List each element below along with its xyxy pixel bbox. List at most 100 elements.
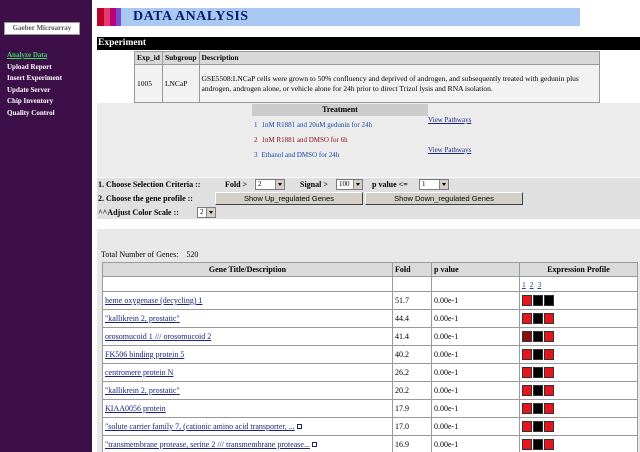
heatmap-cell [544, 421, 554, 432]
heatmap-cell [533, 439, 543, 450]
fold-select[interactable]: 2 [255, 179, 285, 190]
external-link-icon[interactable] [296, 424, 302, 429]
treatment-item: 2 1nM R1881 and DMSO for 6h [254, 136, 348, 145]
fold-cell: 16.9 [392, 435, 432, 452]
signal-select[interactable]: 100 [336, 179, 363, 190]
main-content: DATA ANALYSIS Experiment Exp_id Subgroup… [95, 0, 640, 452]
gene-link[interactable]: "kallikrein 2, prostatic" [105, 386, 180, 395]
heatmap-cell [544, 385, 554, 396]
table-row: "transmembrane protease, serine 2 /// tr… [102, 435, 638, 452]
treatment-number: 3 [254, 151, 258, 159]
color-scale-select-value: 2 [200, 208, 204, 216]
fold-cell: 44.4 [392, 309, 432, 328]
exp-id-cell: 1005 [134, 64, 163, 103]
fold-cell: 17.0 [392, 417, 432, 436]
heatmap-cell [544, 295, 554, 306]
heatmap-cell [533, 295, 543, 306]
table-row: KIAA0056 protein 17.9 0.00e-1 [102, 399, 638, 418]
heatmap-cell [533, 367, 543, 378]
gene-link[interactable]: heme oxygenase (decycling) 1 [105, 296, 203, 305]
treatment-number: 2 [254, 136, 258, 144]
nav-upload-report[interactable]: Upload Report [7, 62, 62, 74]
pvalue-cell: 0.00e-1 [431, 399, 520, 418]
heatmap-strip [522, 421, 635, 432]
treatment-number: 1 [254, 121, 258, 129]
view-pathways-link[interactable]: View Pathways [428, 116, 471, 124]
signal-select-value: 100 [339, 180, 350, 188]
sidebar: Gaeber Microarray Analyze Data Upload Re… [0, 0, 92, 452]
fold-cell: 20.2 [392, 381, 432, 400]
subgroup-cell: LNCaP [161, 64, 200, 103]
table-row: "solute carrier family 7, (cationic amin… [102, 417, 638, 436]
heatmap-cell [522, 421, 532, 432]
table-row: "kallikrein 2, prostatic" 44.4 0.00e-1 [102, 309, 638, 328]
page-title-bar: DATA ANALYSIS [97, 8, 580, 26]
col-exp-id: Exp_id [134, 51, 163, 65]
experiment-table: Exp_id Subgroup Description 1005 LNCaP G… [134, 51, 600, 103]
chevron-down-icon [353, 180, 362, 189]
heatmap-strip [522, 439, 635, 450]
show-upregulated-button[interactable]: Show Up_regulated Genes [215, 192, 363, 205]
fold-select-value: 2 [258, 180, 262, 188]
sidebar-nav: Analyze Data Upload Report Insert Experi… [7, 50, 62, 120]
results-panel: Total Number of Genes: 520 Gene Title/De… [97, 229, 640, 452]
nav-chip-inventory[interactable]: Chip Inventory [7, 96, 62, 108]
total-genes-label: Total Number of Genes: [101, 250, 179, 259]
chevron-down-icon [275, 180, 284, 189]
chevron-down-icon [206, 208, 215, 217]
expression-cell [519, 363, 638, 382]
view-pathways-link[interactable]: View Pathways [428, 146, 471, 154]
col-subgroup: Subgroup [161, 51, 200, 65]
gene-link[interactable]: orosomucoid 1 /// orosomucoid 2 [105, 332, 211, 341]
treatment-item: 3 Ethanol and DMSO for 24h [254, 151, 339, 160]
heatmap-cell [544, 331, 554, 342]
heatmap-cell [522, 295, 532, 306]
pvalue-cell: 0.00e-1 [431, 345, 520, 364]
profile-number-link[interactable]: 2 [530, 280, 534, 289]
treatment-label: Ethanol and DMSO for 24h [261, 151, 340, 159]
nav-quality-control[interactable]: Quality Control [7, 108, 62, 120]
scale-label: ^^Adjust Color Scale :: [98, 208, 179, 217]
chevron-down-icon [439, 180, 448, 189]
pvalue-cell: 0.00e-1 [431, 327, 520, 346]
pvalue-cell: 0.00e-1 [431, 417, 520, 436]
experiment-row: 1005 LNCaP GSE5508:LNCaP cells were grow… [134, 64, 600, 103]
expression-cell [519, 309, 638, 328]
title-stripes-decoration [97, 8, 127, 26]
nav-analyze-data[interactable]: Analyze Data [7, 50, 62, 62]
total-genes: Total Number of Genes: 520 [101, 250, 198, 259]
pvalue-select-value: 1 [422, 180, 426, 188]
show-downregulated-button[interactable]: Show Down_regulated Genes [365, 192, 523, 205]
nav-update-server[interactable]: Update Server [7, 85, 62, 97]
pvalue-select[interactable]: 1 [419, 179, 449, 190]
external-link-icon[interactable] [311, 442, 317, 447]
col-expression-profile: Expression Profile [519, 262, 638, 277]
nav-insert-experiment[interactable]: Insert Experiment [7, 73, 62, 85]
heatmap-strip [522, 295, 635, 306]
gene-link[interactable]: "transmembrane protease, serine 2 /// tr… [105, 440, 310, 449]
gene-rows: heme oxygenase (decycling) 1 51.7 0.00e-1 "… [102, 291, 638, 452]
treatment-heading: Treatment [252, 104, 428, 116]
heatmap-cell [522, 331, 532, 342]
color-scale-select[interactable]: 2 [197, 207, 216, 218]
profile-label: 2. Choose the gene profile :: [98, 194, 193, 203]
expression-cell [519, 417, 638, 436]
fold-cell: 17.9 [392, 399, 432, 418]
total-genes-value: 520 [186, 250, 199, 259]
heatmap-strip [522, 349, 635, 360]
gene-link[interactable]: KIAA0056 protein [105, 404, 166, 413]
table-row: FK506 binding protein 5 40.2 0.00e-1 [102, 345, 638, 364]
gene-link[interactable]: centromere protein N [105, 368, 173, 377]
profile-number-link[interactable]: 1 [522, 280, 526, 289]
gene-link[interactable]: FK506 binding protein 5 [105, 350, 184, 359]
col-pvalue: p value [431, 262, 520, 277]
gene-link[interactable]: "kallikrein 2, prostatic" [105, 314, 180, 323]
heatmap-cell [544, 313, 554, 324]
profile-number-link[interactable]: 3 [538, 280, 542, 289]
heatmap-cell [533, 313, 543, 324]
gene-link[interactable]: "solute carrier family 7, (cationic amin… [105, 422, 295, 431]
heatmap-strip [522, 313, 635, 324]
expression-cell [519, 291, 638, 310]
table-row: centromere protein N 26.2 0.00e-1 [102, 363, 638, 382]
brand-logo: Gaeber Microarray [4, 22, 80, 35]
